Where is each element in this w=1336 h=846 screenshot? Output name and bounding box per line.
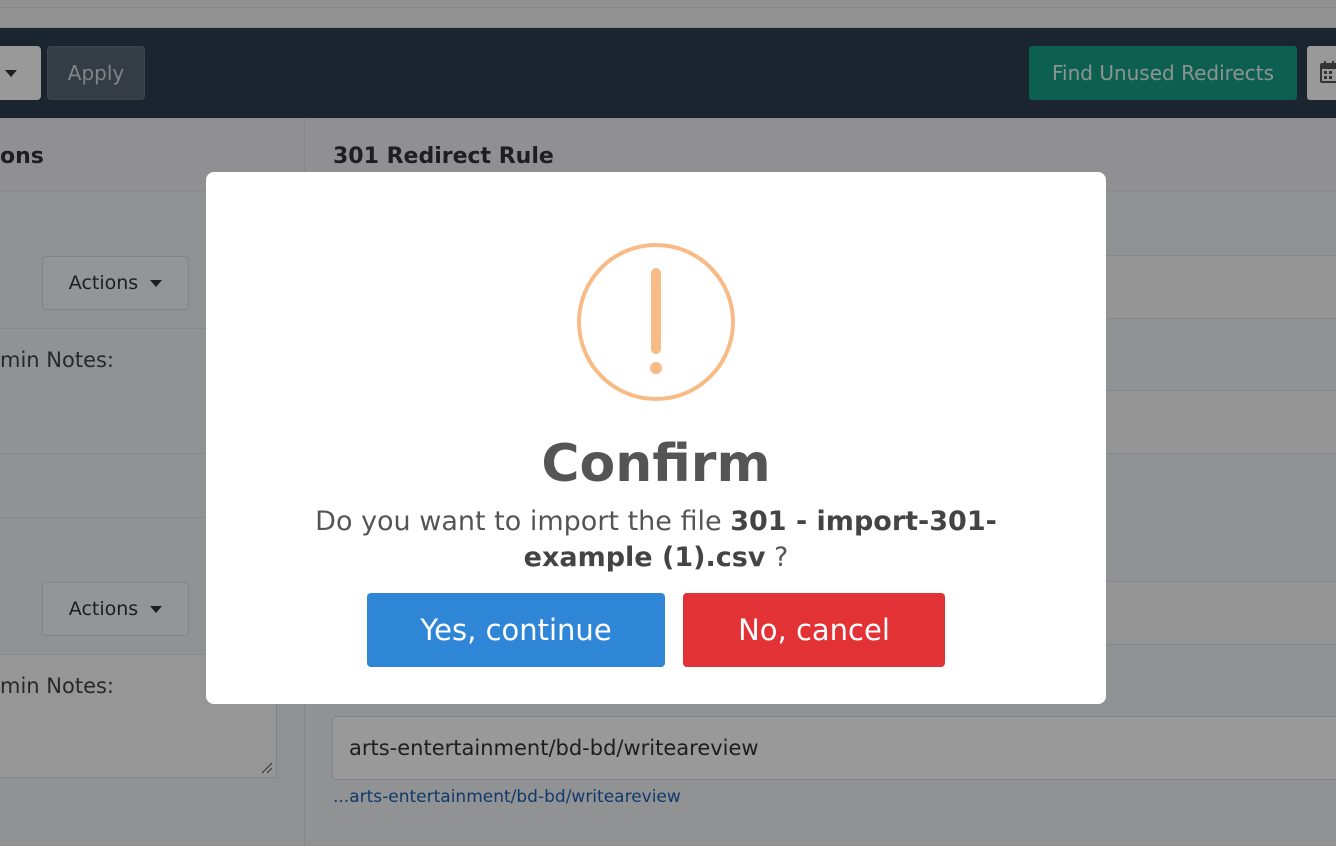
dialog-message: Do you want to import the file 301 - imp… (276, 504, 1036, 576)
message-prefix: Do you want to import the file (315, 506, 731, 537)
message-suffix: ? (765, 542, 789, 573)
dialog-title: Confirm (541, 434, 771, 494)
cancel-button[interactable]: No, cancel (683, 593, 945, 667)
warning-exclamation-icon (577, 243, 735, 401)
confirm-button[interactable]: Yes, continue (367, 593, 665, 667)
confirm-dialog: Confirm Do you want to import the file 3… (206, 172, 1106, 704)
